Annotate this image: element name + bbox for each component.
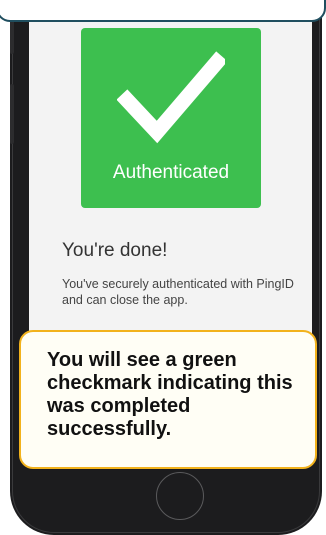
authenticated-label: Authenticated	[112, 162, 230, 183]
authenticated-card: Authenticated	[81, 28, 261, 208]
volume-down-button	[10, 84, 14, 144]
instruction-tooltip: You will see a green checkmark indicatin…	[19, 330, 317, 469]
home-button[interactable]	[156, 472, 204, 520]
done-message: You've securely authenticated with PingI…	[62, 277, 294, 307]
done-title: You're done!	[62, 240, 168, 261]
checkmark-icon	[117, 51, 225, 144]
top-callout-box	[0, 0, 326, 22]
tooltip-text: You will see a green checkmark indicatin…	[47, 349, 293, 440]
